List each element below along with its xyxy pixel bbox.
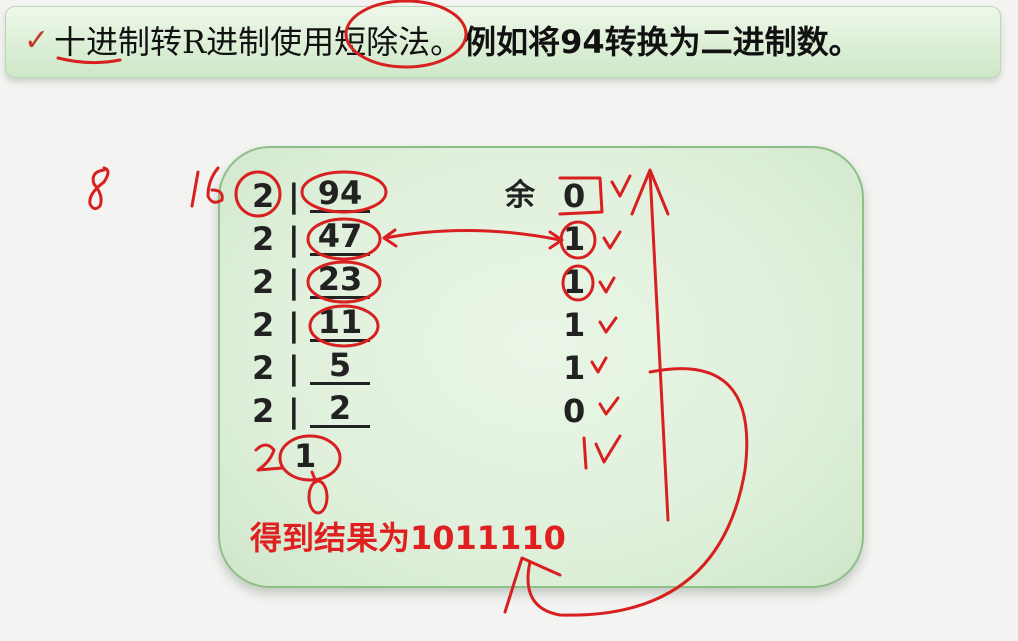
- dividend: 2: [310, 391, 370, 428]
- remainder-label: 余: [505, 178, 535, 213]
- division-bar: |: [288, 177, 300, 215]
- result-text: 得到结果为1011110: [250, 519, 566, 557]
- remainder: 1: [563, 263, 586, 301]
- divisor: 2: [252, 349, 275, 387]
- handwritten-one: [190, 170, 200, 208]
- dividend: 5: [310, 348, 370, 385]
- remainder: 0: [563, 177, 586, 215]
- division-bar: |: [288, 220, 300, 258]
- dividend: 47: [310, 219, 370, 256]
- divisor: 2: [252, 263, 275, 301]
- divisor: 2: [252, 306, 275, 344]
- division-bar: |: [288, 306, 300, 344]
- header-bar: ✓ 十进制转R进制使用短除法。例如将94转换为二进制数。: [5, 6, 1001, 78]
- handwritten-eight: [88, 166, 110, 211]
- last-quotient: 1: [294, 437, 317, 475]
- header-bold-text: 例如将94转换为二进制数。: [464, 23, 861, 61]
- remainder: 1: [563, 220, 586, 258]
- division-bar: |: [288, 349, 300, 387]
- header-title: 十进制转R进制使用短除法。例如将94转换为二进制数。: [54, 20, 861, 64]
- dividend: 11: [310, 305, 370, 342]
- divisor: 2: [252, 177, 275, 215]
- remainder: 1: [563, 349, 586, 387]
- divisor: 2: [252, 220, 275, 258]
- division-bar: |: [288, 263, 300, 301]
- remainder: 1: [563, 306, 586, 344]
- dividend: 23: [310, 262, 370, 299]
- check-icon: ✓: [24, 23, 50, 58]
- division-bar: |: [288, 392, 300, 430]
- divisor: 2: [252, 392, 275, 430]
- dividend: 94: [310, 176, 370, 213]
- header-plain-text: 十进制转R进制使用短除法。: [54, 23, 463, 61]
- remainder: 0: [563, 392, 586, 430]
